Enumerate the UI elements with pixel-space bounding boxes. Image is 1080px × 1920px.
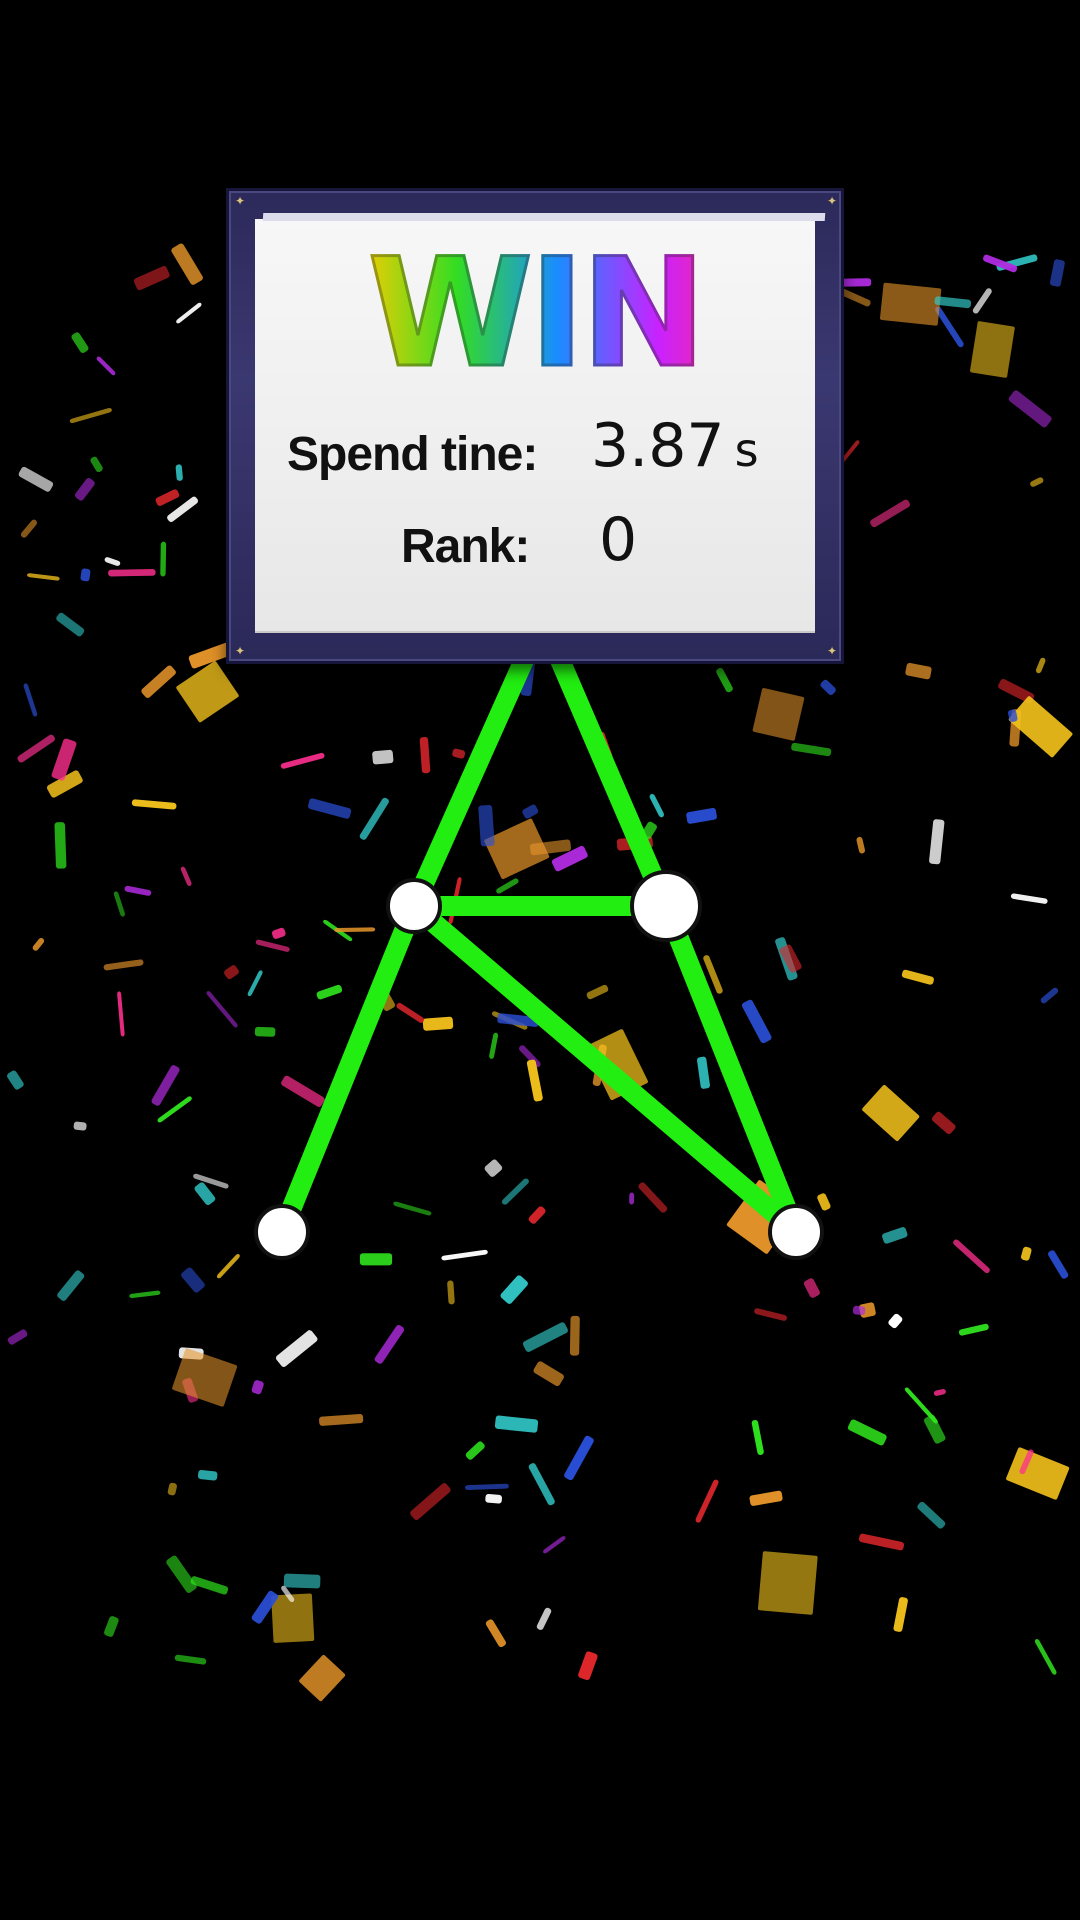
win-panel: ✦ ✦ ✦ ✦ WIN Spend tine: 3.87 s Rank: 0: [226, 188, 844, 664]
puzzle-node-middle-right[interactable]: [630, 870, 702, 942]
panel-corner-ornament: ✦: [235, 644, 246, 658]
game-scene: ✦ ✦ ✦ ✦ WIN Spend tine: 3.87 s Rank: 0: [0, 0, 1080, 1920]
panel-corner-ornament: ✦: [827, 194, 838, 208]
puzzle-node-bottom-left[interactable]: [254, 1204, 310, 1260]
panel-corner-ornament: ✦: [827, 644, 838, 658]
rank-row: Rank: 0: [255, 505, 815, 581]
puzzle-edge: [404, 650, 534, 916]
rank-label: Rank:: [401, 520, 530, 573]
spend-time-label: Spend tine:: [287, 428, 538, 481]
spend-time-value: 3.87 s: [591, 411, 759, 481]
puzzle-node-bottom-right[interactable]: [768, 1204, 824, 1260]
spend-time-number: 3.87: [591, 411, 725, 481]
panel-corner-ornament: ✦: [235, 194, 246, 208]
win-paper: WIN Spend tine: 3.87 s Rank: 0: [255, 219, 815, 631]
spend-time-unit: s: [734, 423, 759, 477]
spend-time-row: Spend tine: 3.87 s: [255, 411, 815, 489]
puzzle-edge: [272, 896, 424, 1242]
puzzle-node-middle-left[interactable]: [386, 878, 442, 934]
win-title: WIN: [255, 238, 815, 391]
puzzle-edge: [550, 650, 676, 916]
rank-value: 0: [599, 505, 638, 575]
